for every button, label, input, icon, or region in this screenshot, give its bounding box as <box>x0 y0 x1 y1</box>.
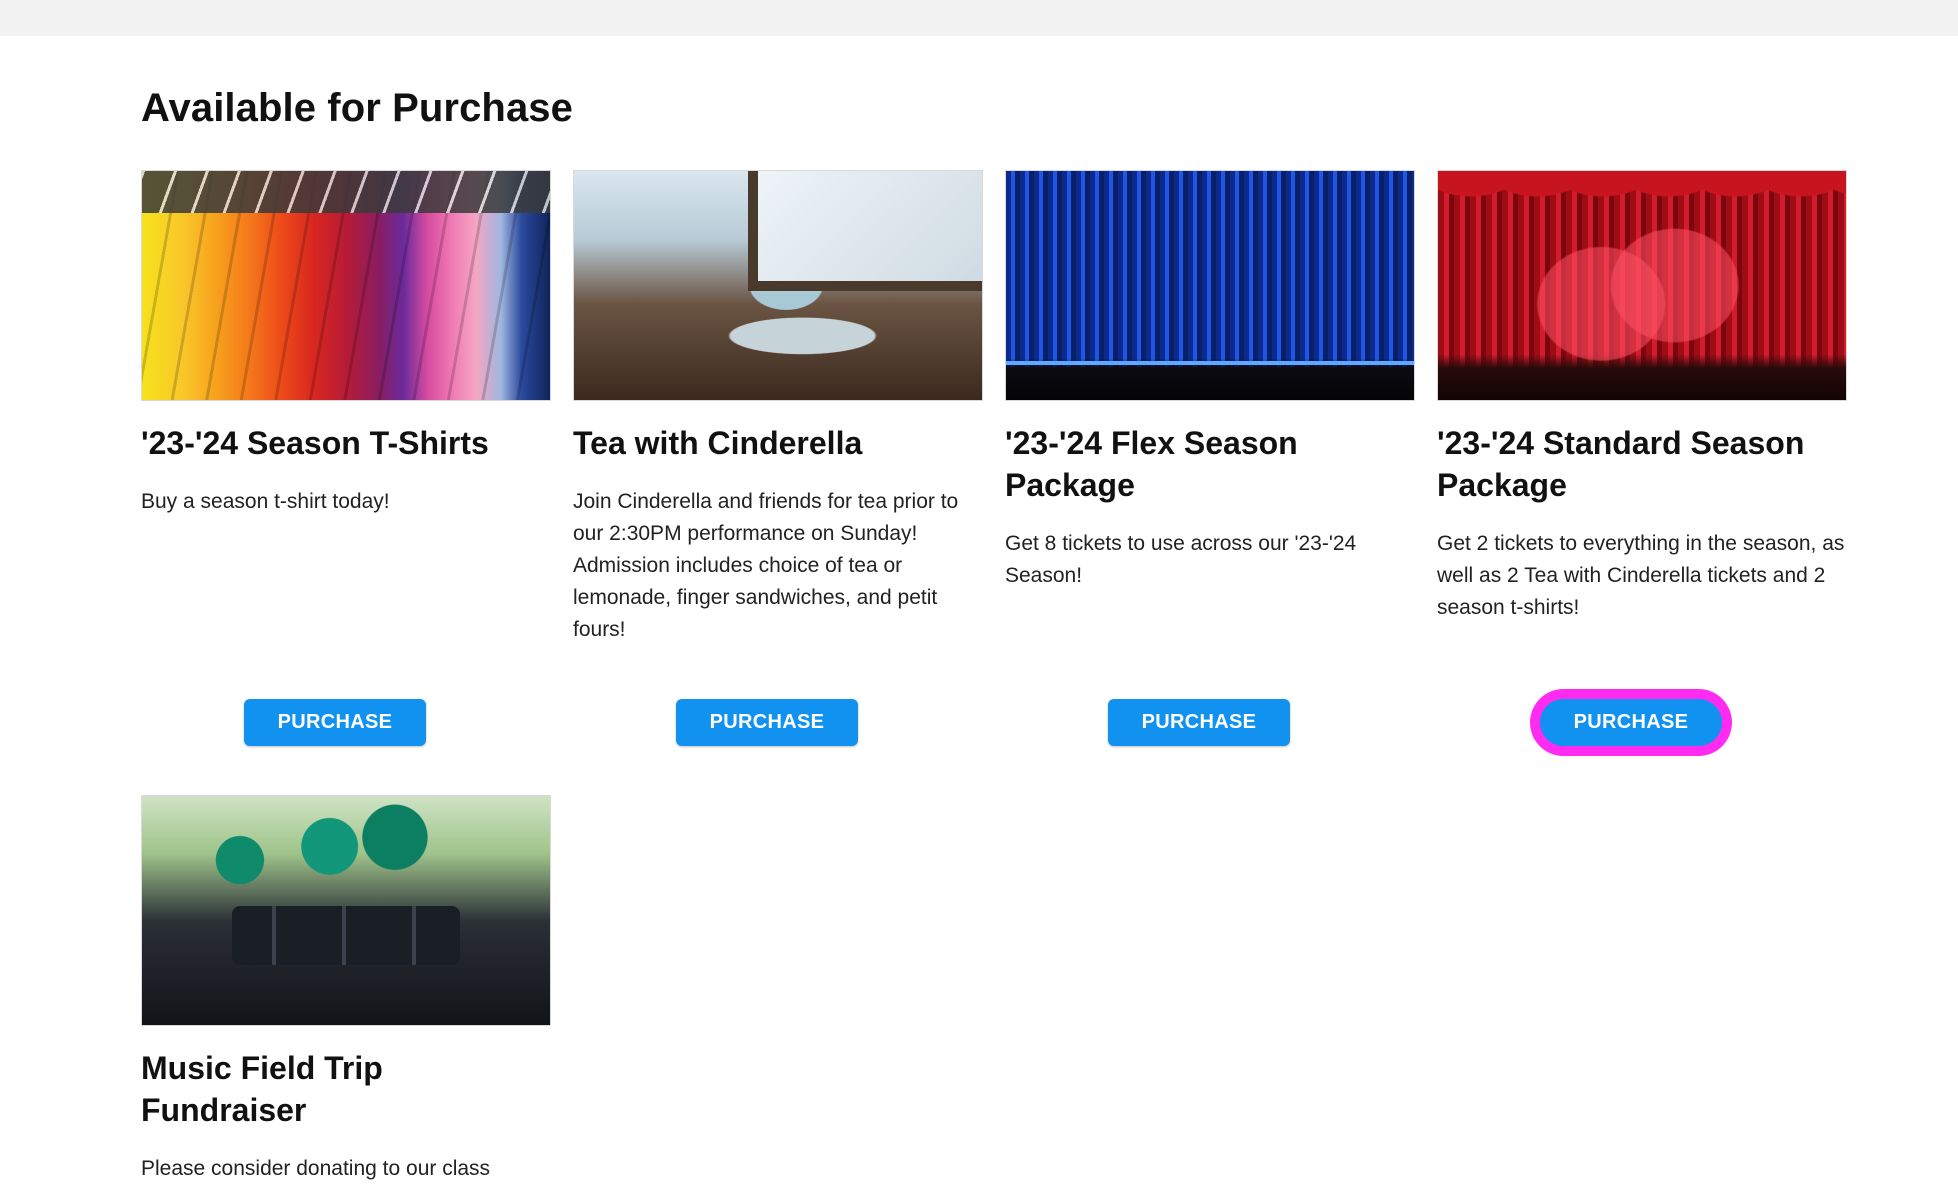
product-description: Get 2 tickets to everything in the seaso… <box>1437 532 1845 619</box>
product-title: '23-'24 Season T-Shirts <box>141 425 489 461</box>
product-card: '23-'24 Standard Season Package Get 2 ti… <box>1437 170 1847 746</box>
product-card: '23-'24 Flex Season Package Get 8 ticket… <box>1005 170 1415 746</box>
product-title: Tea with Cinderella <box>573 425 863 461</box>
tea-cup-image <box>573 170 983 401</box>
product-description: Join Cinderella and friends for tea prio… <box>573 490 959 641</box>
product-card: '23-'24 Season T-Shirts Buy a season t-s… <box>141 170 551 746</box>
top-bar <box>0 0 1958 36</box>
purchase-button[interactable]: PURCHASE <box>676 699 858 746</box>
purchase-button[interactable]: PURCHASE <box>1108 699 1290 746</box>
product-title: Music Field Trip Fundraiser <box>141 1050 383 1128</box>
product-title: '23-'24 Flex Season Package <box>1005 425 1298 503</box>
product-title: '23-'24 Standard Season Package <box>1437 425 1805 503</box>
product-card: Music Field Trip Fundraiser Please consi… <box>141 795 551 1180</box>
tshirts-image <box>141 170 551 401</box>
product-description: Get 8 tickets to use across our '23-'24 … <box>1005 532 1357 587</box>
page-title: Available for Purchase <box>141 86 574 130</box>
red-curtain-image <box>1437 170 1847 401</box>
blue-curtain-image <box>1005 170 1415 401</box>
product-description: Please consider donating to our class <box>141 1157 491 1180</box>
product-card: Tea with Cinderella Join Cinderella and … <box>573 170 983 746</box>
product-description: Buy a season t-shirt today! <box>141 490 390 513</box>
marching-band-image <box>141 795 551 1026</box>
purchase-button[interactable]: PURCHASE <box>244 699 426 746</box>
purchase-button[interactable]: PURCHASE <box>1540 699 1722 746</box>
